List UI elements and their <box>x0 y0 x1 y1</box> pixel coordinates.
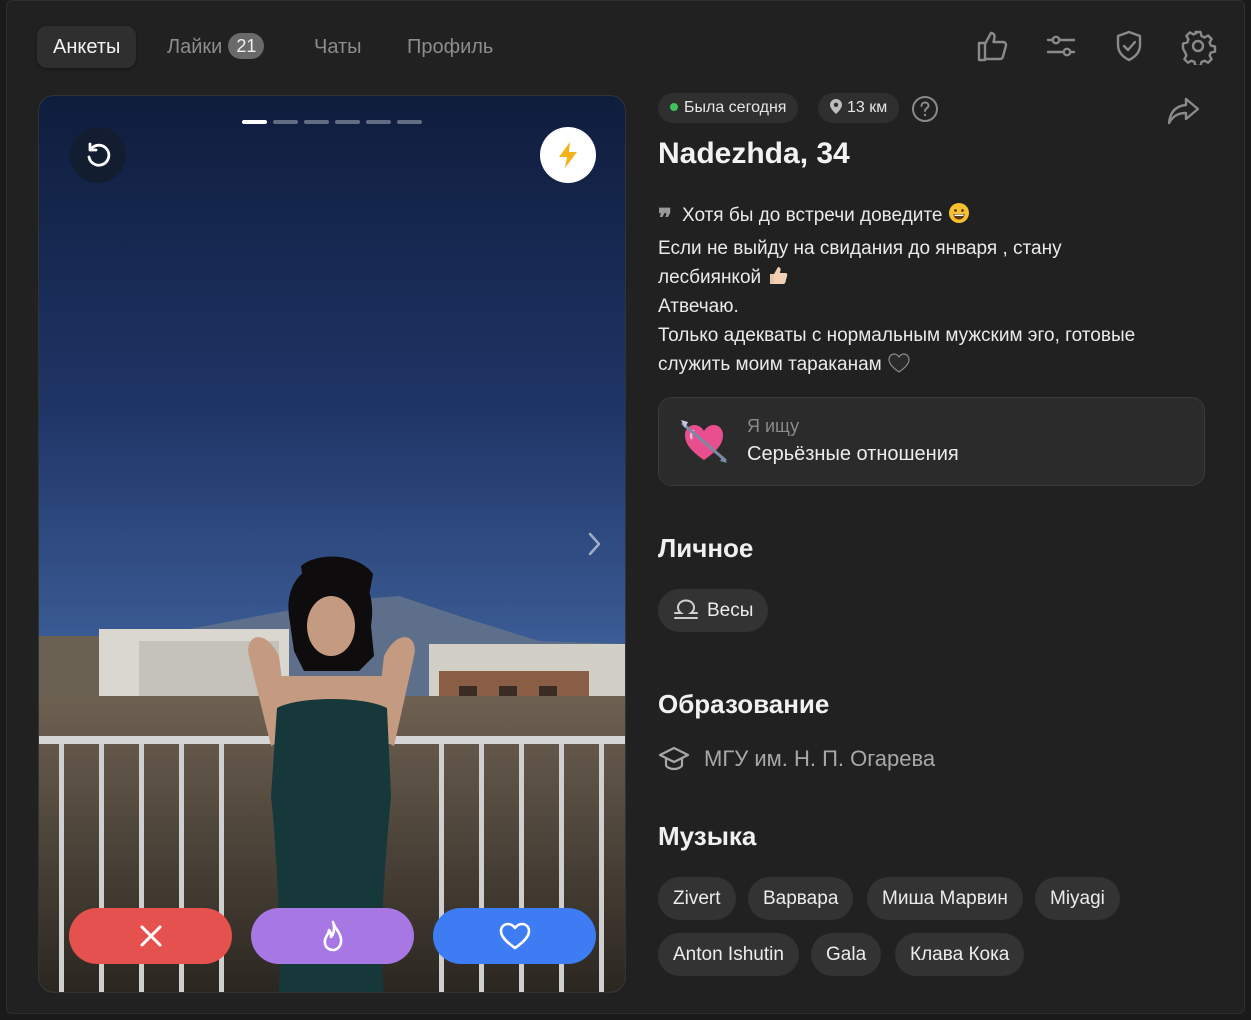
top-navigation: Анкеты Лайки 21 Чаты Профиль <box>7 1 1244 91</box>
zodiac-chip: Весы <box>658 589 769 632</box>
looking-for-value: Серьёзные отношения <box>747 443 959 465</box>
distance-text: 13 км <box>847 99 888 116</box>
filter-sliders-icon[interactable] <box>1042 27 1080 65</box>
thumbs-up-icon[interactable] <box>973 27 1011 65</box>
undo-button[interactable] <box>70 127 126 183</box>
zodiac-text: Весы <box>707 600 754 621</box>
photo-progress-segment <box>335 120 360 124</box>
online-status-pill: Была сегодня <box>658 93 799 123</box>
music-chip: Anton Ishutin <box>658 933 799 976</box>
music-chip: Клава Кока <box>895 933 1025 976</box>
photo-progress-segment <box>366 120 391 124</box>
bio-line: лесбиянкой <box>658 263 1203 292</box>
education-text: МГУ им. Н. П. Огарева <box>704 746 936 771</box>
bio-text: служить моим тараканам <box>658 354 882 375</box>
profile-photo-card[interactable] <box>38 95 626 993</box>
grin-emoji-icon <box>949 203 970 223</box>
online-dot-icon <box>670 103 678 111</box>
tab-profile-label: Профиль <box>407 36 494 58</box>
tab-likes-label: Лайки <box>167 36 223 58</box>
education-item: МГУ им. Н. П. Огарева <box>658 745 935 773</box>
tab-chats-label: Чаты <box>314 36 362 58</box>
personal-heading: Личное <box>658 533 754 563</box>
distance-pill: 13 км <box>818 93 900 123</box>
close-icon <box>140 925 161 947</box>
location-pin-icon <box>830 99 842 114</box>
help-icon[interactable] <box>911 95 939 123</box>
photo-progress-segment <box>242 120 267 124</box>
shield-check-icon[interactable] <box>1110 27 1148 65</box>
photo-progress-segment <box>397 120 422 124</box>
heart-icon <box>499 922 530 950</box>
tab-profile[interactable]: Профиль <box>391 26 509 68</box>
music-chip: Miyagi <box>1035 877 1120 920</box>
photo-progress <box>242 120 422 124</box>
gear-icon[interactable] <box>1179 27 1217 68</box>
profile-bio: ❞ Хотя бы до встречи доведите Если не вый… <box>658 201 1203 379</box>
superlike-button[interactable] <box>251 908 414 964</box>
lightning-icon <box>559 142 577 168</box>
app-window: Анкеты Лайки 21 Чаты Профиль Была сегодн… <box>6 0 1245 1014</box>
libra-icon <box>674 599 698 619</box>
bio-line: Если не выйду на свидания до января , ст… <box>658 238 1062 259</box>
heart-arrow-icon <box>681 420 727 463</box>
looking-for-label: Я ищу <box>747 416 800 436</box>
photo-progress-segment <box>273 120 298 124</box>
bio-line: служить моим тараканам <box>658 350 1203 379</box>
thumbs-up-emoji-icon <box>770 267 788 284</box>
online-status-text: Была сегодня <box>684 99 787 116</box>
profile-photo <box>39 96 625 992</box>
next-photo-chevron-icon[interactable] <box>582 529 606 559</box>
looking-for-card: Я ищу Серьёзные отношения <box>658 397 1205 486</box>
quote-icon: ❞ <box>658 204 672 234</box>
share-icon[interactable] <box>1166 95 1202 127</box>
bio-line: Только адекваты с нормальным мужским эго… <box>658 325 1136 346</box>
photo-progress-segment <box>304 120 329 124</box>
tab-likes[interactable]: Лайки 21 <box>151 26 280 68</box>
dislike-button[interactable] <box>69 908 232 964</box>
tab-chats[interactable]: Чаты <box>298 26 378 68</box>
tab-profiles[interactable]: Анкеты <box>37 26 137 68</box>
bio-line: ❞ Хотя бы до встречи доведите <box>658 201 1203 234</box>
profile-name: Nadezhda, 34 <box>658 137 850 170</box>
music-heading: Музыка <box>658 821 757 851</box>
tab-profiles-label: Анкеты <box>53 36 121 58</box>
likes-count-badge: 21 <box>228 33 265 59</box>
graduation-cap-icon <box>658 746 690 771</box>
music-chip: Варвара <box>748 877 854 920</box>
music-chip: Zivert <box>658 877 736 920</box>
music-chip: Gala <box>811 933 882 976</box>
music-chip: Миша Марвин <box>867 877 1023 920</box>
undo-icon <box>87 142 111 167</box>
bio-text: Хотя бы до встречи доведите <box>682 205 943 226</box>
flame-icon <box>323 920 342 952</box>
black-heart-emoji-icon <box>888 353 910 373</box>
like-button[interactable] <box>433 908 596 964</box>
boost-button[interactable] <box>540 127 596 183</box>
bio-line: Атвечаю. <box>658 296 739 317</box>
education-heading: Образование <box>658 689 830 719</box>
bio-text: лесбиянкой <box>658 267 762 288</box>
